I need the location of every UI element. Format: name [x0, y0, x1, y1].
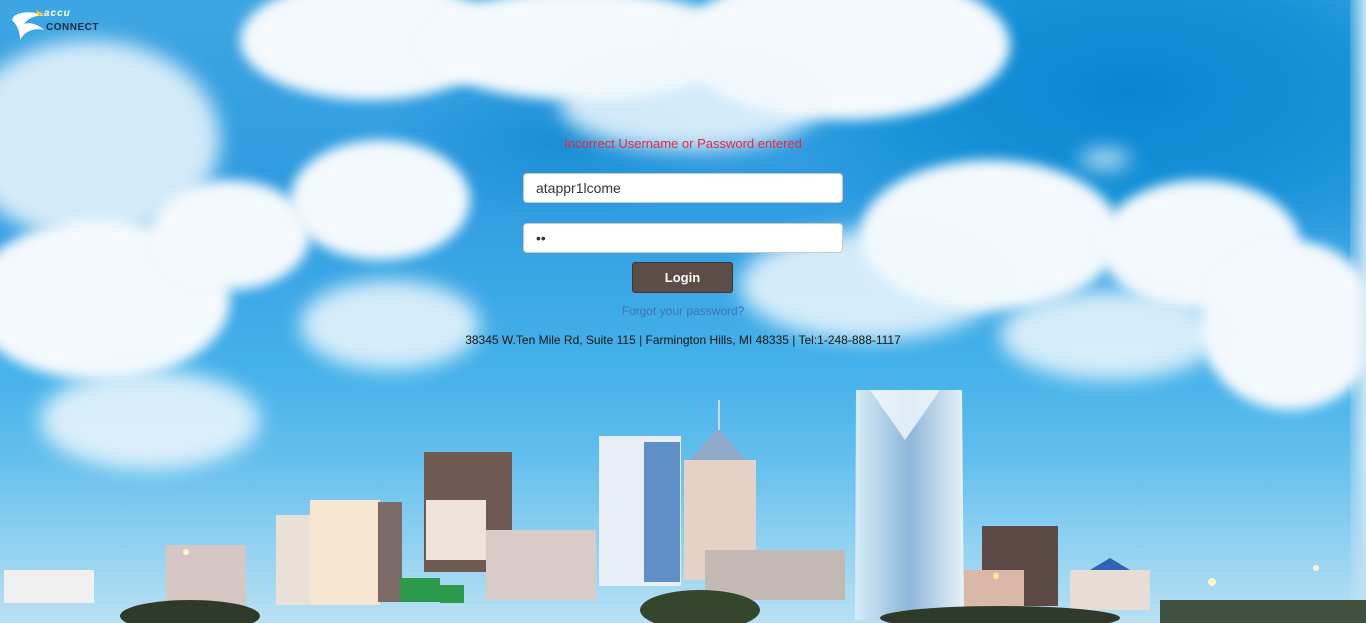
logo-text-bottom: CONNECT	[46, 22, 99, 33]
accu-connect-logo[interactable]: accu CONNECT	[10, 6, 120, 48]
logo-text-top: accu	[44, 8, 71, 19]
forgot-password-link[interactable]: Forgot your password?	[583, 304, 783, 318]
footer-address: 38345 W.Ten Mile Rd, Suite 115 | Farming…	[465, 333, 901, 347]
username-input[interactable]	[523, 173, 843, 203]
cloud	[1000, 290, 1220, 380]
cloud	[300, 280, 480, 370]
password-input[interactable]	[523, 223, 843, 253]
login-button[interactable]: Login	[632, 262, 733, 293]
cloud	[290, 140, 470, 260]
city-skyline-image	[0, 390, 1366, 623]
cloud	[150, 180, 310, 290]
login-error-message: Incorrect Username or Password entered	[564, 136, 802, 151]
cloud	[1080, 150, 1130, 168]
login-page: accu CONNECT Incorrect Username or Passw…	[0, 0, 1366, 623]
